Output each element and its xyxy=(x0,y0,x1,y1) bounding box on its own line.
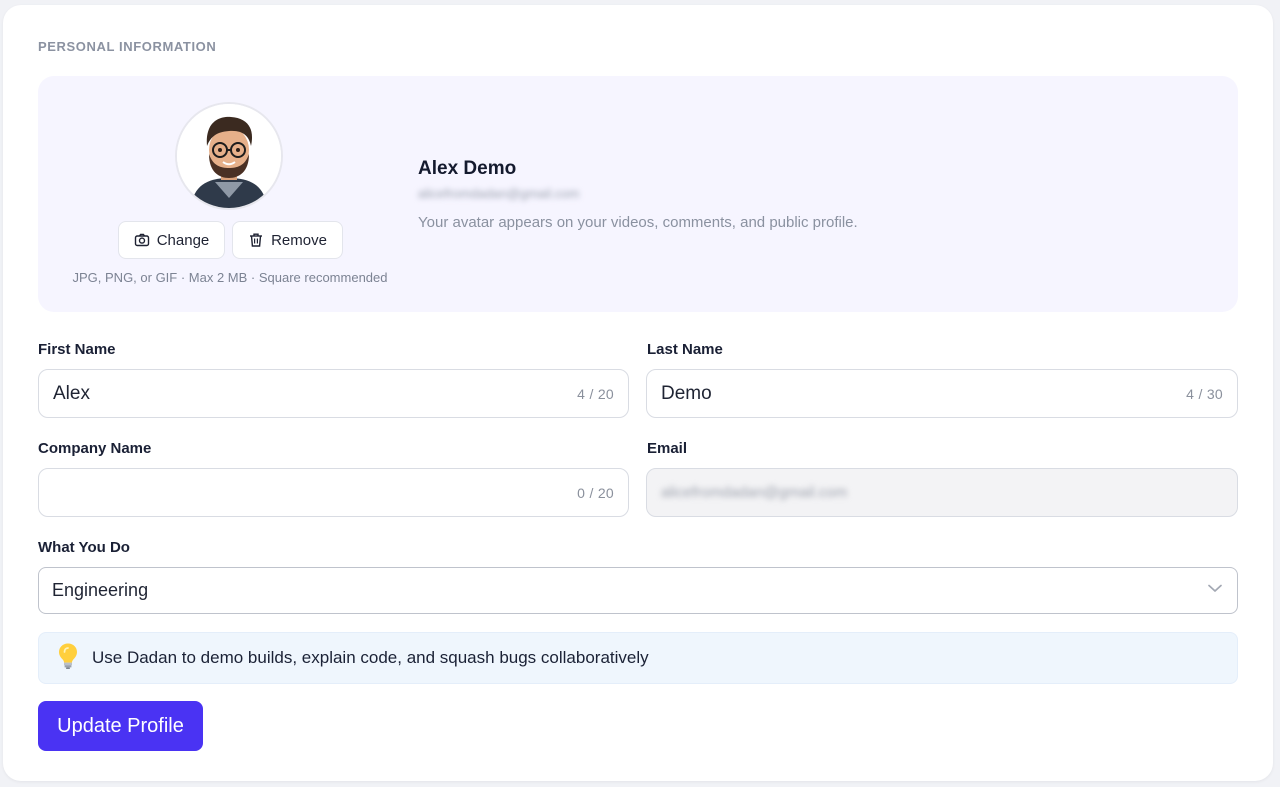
camera-icon xyxy=(134,232,150,248)
last-name-field[interactable]: Demo 4 / 30 xyxy=(646,369,1238,418)
email-value: alicefromdadan@gmail.com xyxy=(661,484,848,501)
remove-avatar-label: Remove xyxy=(271,231,327,249)
avatar-usage-note: Your avatar appears on your videos, comm… xyxy=(418,214,858,231)
role-tip-text: Use Dadan to demo builds, explain code, … xyxy=(92,648,649,667)
role-label: What You Do xyxy=(38,539,130,556)
company-name-label: Company Name xyxy=(38,440,152,457)
last-name-value: Demo xyxy=(661,382,712,404)
first-name-counter: 4 / 20 xyxy=(577,385,614,402)
avatar-panel: Change Remove JPG, PNG, or GIF · Max 2 M… xyxy=(38,76,1238,312)
role-select-value: Engineering xyxy=(52,580,149,600)
company-name-field[interactable]: 0 / 20 xyxy=(38,468,629,517)
last-name-label: Last Name xyxy=(647,341,723,358)
lightbulb-icon xyxy=(56,642,80,675)
email-field: alicefromdadan@gmail.com xyxy=(646,468,1238,517)
first-name-label: First Name xyxy=(38,341,116,358)
avatar xyxy=(175,102,283,210)
first-name-field[interactable]: Alex 4 / 20 xyxy=(38,369,629,418)
avatar-illustration xyxy=(177,104,281,208)
last-name-counter: 4 / 30 xyxy=(1186,385,1223,402)
section-title: PERSONAL INFORMATION xyxy=(38,39,217,54)
trash-icon xyxy=(248,232,264,248)
profile-name: Alex Demo xyxy=(418,158,517,179)
role-select[interactable]: Engineering xyxy=(38,567,1238,614)
chevron-down-icon xyxy=(1206,579,1224,602)
change-avatar-label: Change xyxy=(156,231,210,249)
profile-card: PERSONAL INFORMATION Change Remove JPG, … xyxy=(3,5,1273,781)
profile-email: alicefromdadan@gmail.com xyxy=(418,186,580,201)
remove-avatar-button[interactable]: Remove xyxy=(232,221,343,259)
company-name-counter: 0 / 20 xyxy=(577,484,614,501)
avatar-file-hint: JPG, PNG, or GIF · Max 2 MB · Square rec… xyxy=(72,270,388,285)
email-label: Email xyxy=(647,440,688,457)
role-tip-banner: Use Dadan to demo builds, explain code, … xyxy=(38,632,1238,684)
first-name-value: Alex xyxy=(53,382,90,404)
change-avatar-button[interactable]: Change xyxy=(118,221,225,259)
update-profile-button[interactable]: Update Profile xyxy=(38,701,203,751)
